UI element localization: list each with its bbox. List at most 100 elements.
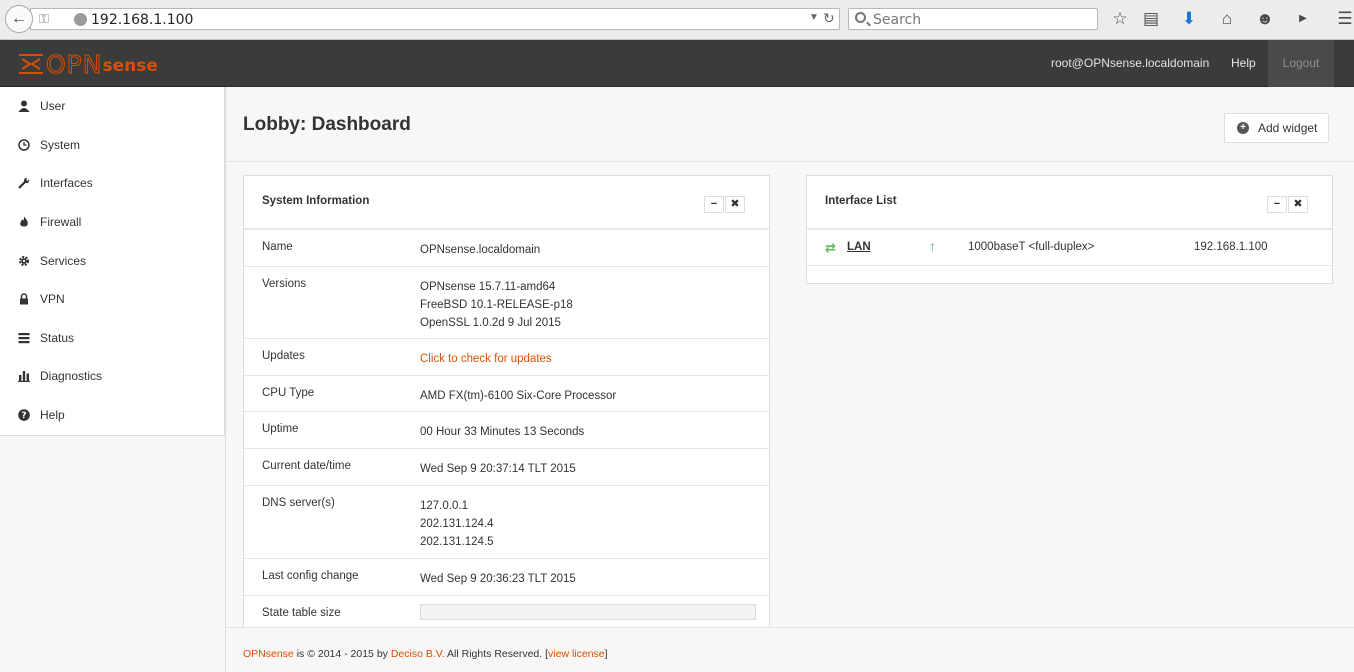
sidebar-item-diagnostics[interactable]: Diagnostics — [0, 357, 224, 396]
dns-line: 202.131.124.4 — [420, 518, 494, 530]
sidebar-item-status[interactable]: Status — [0, 319, 224, 358]
download-icon[interactable]: ⬇ — [1179, 9, 1199, 29]
interface-name-link[interactable]: LAN — [847, 241, 871, 253]
system-information-widget: System Information − ✖ Name OPNsense.loc… — [243, 175, 770, 627]
logout-button[interactable]: Logout — [1268, 40, 1334, 87]
sidebar-item-label: Services — [40, 253, 87, 268]
back-button[interactable]: ← — [5, 5, 33, 33]
user-menu-link[interactable]: root@OPNsense.localdomain — [1051, 40, 1209, 86]
version-line: OPNsense 15.7.11-amd64 — [420, 281, 556, 293]
info-label: Last config change — [262, 570, 359, 582]
info-row-versions: Versions OPNsense 15.7.11-amd64 FreeBSD … — [244, 267, 769, 339]
sidebar-item-help[interactable]: ? Help — [0, 396, 224, 435]
info-label: Versions — [262, 278, 307, 290]
footer-copyright: OPNsense is © 2014 - 2015 by Deciso B.V.… — [243, 648, 608, 660]
info-label: Uptime — [262, 423, 299, 435]
wrench-icon — [18, 178, 30, 190]
footer-text: is © 2014 - 2015 by — [293, 648, 391, 660]
close-icon: ✖ — [730, 198, 740, 210]
check-updates-link[interactable]: Click to check for updates — [420, 350, 552, 368]
version-line: OpenSSL 1.0.2d 9 Jul 2015 — [420, 317, 561, 329]
sidebar-item-interfaces[interactable]: Interfaces — [0, 164, 224, 203]
info-label: DNS server(s) — [262, 497, 335, 509]
info-value: 00 Hour 33 Minutes 13 Seconds — [420, 426, 585, 438]
sidebar-item-services[interactable]: Services — [0, 241, 224, 280]
sidebar: User System Interfaces Firewall Services… — [0, 87, 225, 436]
state-table-progress-bar — [420, 604, 756, 620]
page-title: Lobby: Dashboard — [243, 114, 411, 135]
url-dropdown-icon[interactable]: ▼ — [809, 12, 819, 23]
system-icon — [18, 139, 30, 151]
plus-circle-icon: + — [1237, 122, 1249, 134]
minimize-button[interactable]: − — [704, 196, 724, 213]
info-label: Updates — [262, 350, 305, 362]
view-license-link[interactable]: view license — [548, 648, 605, 660]
close-button[interactable]: ✖ — [1288, 196, 1308, 213]
back-arrow-icon: ← — [11, 10, 27, 27]
gear-icon — [19, 255, 29, 266]
sidebar-item-label: Interfaces — [40, 176, 93, 191]
bookmark-star-icon[interactable]: ☆ — [1110, 9, 1130, 29]
info-row-datetime: Current date/time Wed Sep 9 20:37:14 TLT… — [244, 449, 769, 486]
sidebar-item-firewall[interactable]: Firewall — [0, 203, 224, 242]
info-value: OPNsense.localdomain — [420, 244, 541, 256]
info-label: State table size — [262, 607, 341, 619]
sidebar-item-label: VPN — [40, 292, 65, 307]
sidebar-item-user[interactable]: User — [0, 87, 224, 126]
panel-title: Interface List — [825, 195, 897, 207]
footer-close: ] — [604, 648, 608, 660]
close-button[interactable]: ✖ — [725, 196, 745, 213]
search-input[interactable]: Search — [848, 8, 1098, 30]
interface-list-widget: Interface List − ✖ ⇄ LAN ↑ 1000baseT <fu… — [806, 175, 1333, 284]
info-row-updates: Updates Click to check for updates — [244, 339, 769, 376]
interface-row: ⇄ LAN ↑ 1000baseT <full-duplex> 192.168.… — [807, 230, 1332, 266]
info-label: Name — [262, 241, 293, 253]
interface-media: 1000baseT <full-duplex> — [968, 241, 1095, 253]
user-icon — [18, 100, 30, 113]
info-value: OPNsense 15.7.11-amd64 FreeBSD 10.1-RELE… — [420, 278, 573, 332]
page-header: Lobby: Dashboard + Add widget — [226, 87, 1354, 162]
header-help-link[interactable]: Help — [1231, 40, 1256, 86]
info-value: Wed Sep 9 20:36:23 TLT 2015 — [420, 573, 576, 585]
info-label: CPU Type — [262, 387, 315, 399]
globe-icon — [74, 13, 87, 26]
sidebar-item-label: Firewall — [40, 215, 82, 230]
reading-list-icon[interactable]: ▤ — [1141, 9, 1161, 29]
info-row-cpu: CPU Type AMD FX(tm)-6100 Six-Core Proces… — [244, 376, 769, 412]
chat-icon[interactable]: ☻ — [1255, 9, 1275, 29]
opnsense-logo[interactable]: OPN sense — [18, 49, 158, 79]
info-row-state-table: State table size — [244, 596, 769, 627]
sidebar-item-label: Status — [40, 330, 75, 345]
add-widget-label: Add widget — [1258, 121, 1318, 135]
add-widget-button[interactable]: + Add widget — [1224, 113, 1329, 143]
youtube-icon[interactable]: ▶ — [1293, 9, 1313, 29]
bar-chart-icon — [18, 371, 30, 383]
info-value: AMD FX(tm)-6100 Six-Core Processor — [420, 390, 617, 402]
info-row-dns: DNS server(s) 127.0.0.1 202.131.124.4 20… — [244, 486, 769, 559]
interface-ip: 192.168.1.100 — [1194, 241, 1268, 253]
info-value: Wed Sep 9 20:37:14 TLT 2015 — [420, 463, 576, 475]
home-icon[interactable]: ⌂ — [1217, 9, 1237, 29]
status-up-arrow-icon: ↑ — [929, 238, 936, 254]
footer: OPNsense is © 2014 - 2015 by Deciso B.V.… — [226, 627, 1354, 672]
sidebar-item-label: System — [40, 137, 81, 152]
sidebar-item-vpn[interactable]: VPN — [0, 280, 224, 319]
search-icon — [855, 12, 866, 23]
panel-title: System Information — [262, 195, 370, 207]
minimize-button[interactable]: − — [1267, 196, 1287, 213]
reload-icon[interactable]: ↻ — [823, 10, 835, 27]
url-text[interactable]: 192.168.1.100 — [91, 12, 193, 28]
sidebar-item-system[interactable]: System — [0, 126, 224, 165]
minus-icon: − — [1273, 198, 1281, 210]
footer-company-link[interactable]: Deciso B.V. — [391, 648, 445, 660]
url-bar[interactable]: ⚿ 192.168.1.100 ▼ ↻ — [30, 8, 840, 30]
interface-exchange-icon: ⇄ — [825, 240, 836, 255]
info-row-uptime: Uptime 00 Hour 33 Minutes 13 Seconds — [244, 412, 769, 449]
app-header: OPN sense root@OPNsense.localdomain Help… — [0, 40, 1354, 87]
info-value: 127.0.0.1 202.131.124.4 202.131.124.5 — [420, 497, 494, 551]
footer-brand-link[interactable]: OPNsense — [243, 648, 294, 660]
dns-line: 127.0.0.1 — [420, 500, 468, 512]
menu-icon[interactable]: ☰ — [1335, 9, 1354, 29]
question-icon: ? — [18, 409, 30, 421]
key-icon: ⚿ — [39, 11, 49, 26]
